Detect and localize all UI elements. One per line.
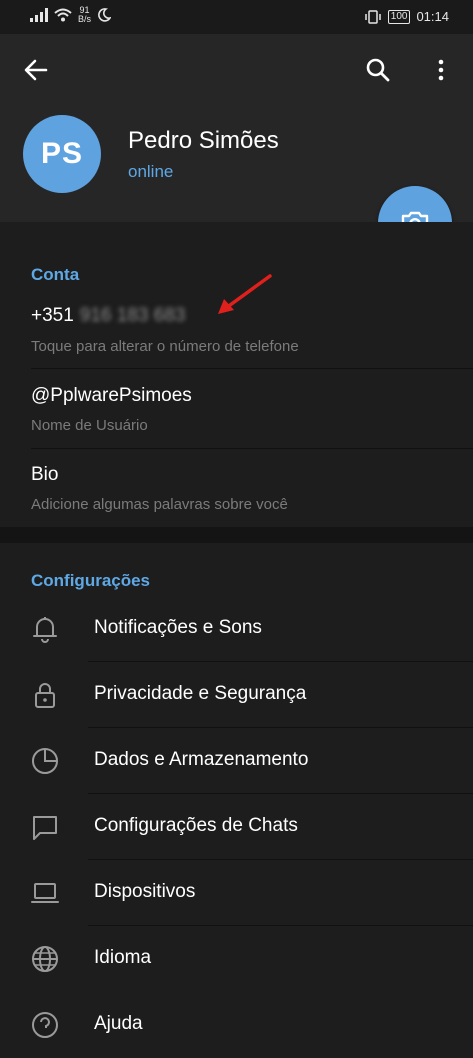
settings-section: Configurações Notificações e Sons Privac… — [0, 543, 473, 1038]
divider — [31, 368, 473, 369]
bio-hint: Adicione algumas palavras sobre você — [31, 496, 288, 513]
settings-item-devices[interactable]: Dispositivos — [0, 860, 473, 926]
phone-number: +351 916 183 683 — [31, 305, 185, 327]
phone-hint: Toque para alterar o número de telefone — [31, 338, 299, 355]
bell-icon — [33, 617, 57, 643]
settings-item-label: Idioma — [94, 947, 152, 968]
more-options-button[interactable] — [427, 56, 455, 84]
clock: 01:14 — [416, 9, 449, 24]
red-arrow-annotation — [218, 274, 272, 314]
settings-item-label: Notificações e Sons — [94, 617, 262, 638]
wifi-icon — [54, 8, 72, 22]
account-section: Conta +351 916 183 683 Toque para alterar… — [0, 222, 473, 527]
settings-item-help[interactable]: Ajuda — [0, 992, 473, 1058]
settings-item-language[interactable]: Idioma — [0, 926, 473, 992]
settings-item-chat-settings[interactable]: Configurações de Chats — [0, 794, 473, 860]
settings-item-label: Configurações de Chats — [94, 815, 298, 836]
online-status: online — [128, 162, 174, 181]
battery-indicator: 100 — [387, 9, 411, 24]
moon-icon — [98, 8, 112, 22]
back-arrow-icon — [24, 59, 48, 81]
section-gap — [0, 527, 473, 543]
help-icon — [32, 1012, 58, 1038]
globe-icon — [32, 946, 58, 972]
laptop-icon — [31, 883, 59, 903]
settings-item-label: Ajuda — [94, 1013, 143, 1034]
settings-item-data-storage[interactable]: Dados e Armazenamento — [0, 728, 473, 794]
settings-item-label: Dispositivos — [94, 881, 196, 902]
divider — [31, 448, 473, 449]
lock-icon — [35, 683, 55, 708]
settings-item-privacy[interactable]: Privacidade e Segurança — [0, 662, 473, 728]
more-vertical-icon — [438, 59, 444, 81]
chat-bubble-icon — [33, 816, 57, 840]
signal-icon — [30, 8, 48, 22]
username-hint: Nome de Usuário — [31, 417, 148, 434]
profile-name: Pedro Simões — [128, 127, 279, 154]
phone-prefix: +351 — [31, 305, 74, 326]
settings-section-title: Configurações — [31, 571, 151, 590]
account-section-title: Conta — [31, 265, 80, 284]
bio-label: Bio — [31, 464, 59, 485]
phone-hidden-digits: 916 183 683 — [79, 305, 186, 326]
search-button[interactable] — [364, 56, 392, 84]
settings-item-label: Dados e Armazenamento — [94, 749, 309, 770]
back-button[interactable] — [22, 56, 50, 84]
status-bar: 91 B/s 100 01:14 — [0, 0, 473, 34]
avatar[interactable]: PS — [23, 115, 101, 193]
settings-item-notifications[interactable]: Notificações e Sons — [0, 596, 473, 662]
username: @PplwarePsimoes — [31, 385, 192, 406]
pie-chart-icon — [32, 748, 58, 774]
search-icon — [366, 58, 390, 82]
settings-item-label: Privacidade e Segurança — [94, 683, 307, 704]
net-speed: 91 B/s — [78, 5, 92, 24]
vibrate-icon — [365, 9, 381, 24]
